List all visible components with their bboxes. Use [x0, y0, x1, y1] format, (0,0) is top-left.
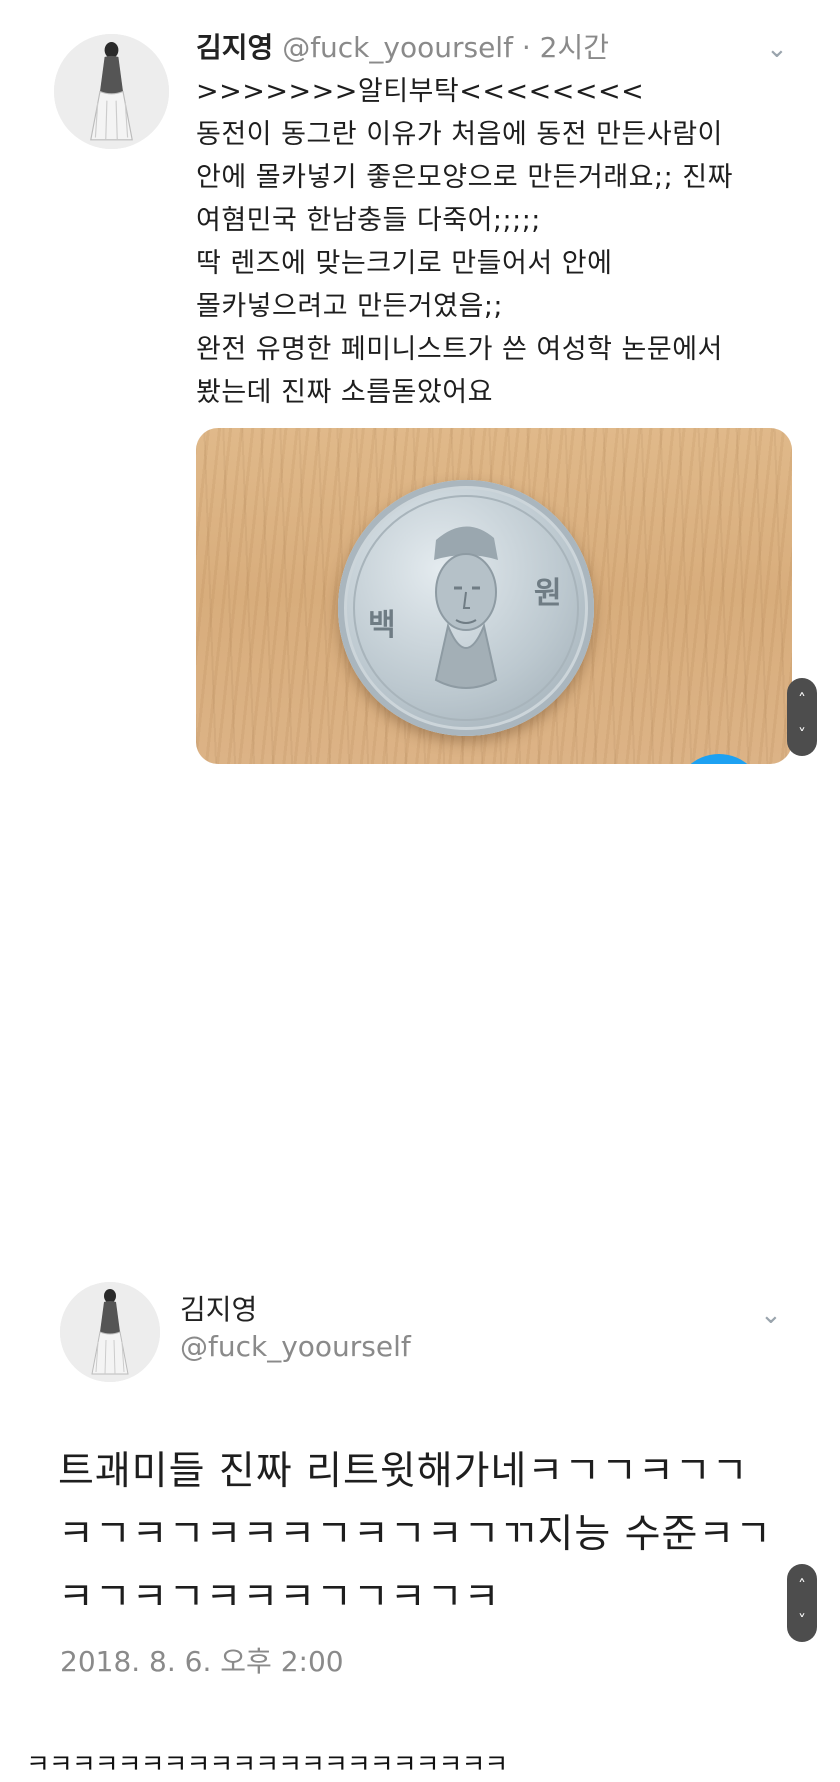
scroll-down-icon[interactable]: ˅	[798, 1612, 806, 1629]
avatar[interactable]	[54, 34, 169, 149]
user-name[interactable]: 김지영	[180, 1288, 257, 1328]
tweet-line: 트괘미들 진짜 리트윗해가네ㅋㄱㄱㅋㄱㄱ	[58, 1449, 749, 1494]
tweet-line: 완전 유명한 페미니스트가 쓴 여성학 논문에서	[196, 334, 723, 365]
user-name[interactable]: 김지영	[196, 31, 273, 64]
tweet-line: 몰카넣으려고 만든거였음;;	[196, 291, 504, 322]
coin-image: 백 원	[338, 480, 594, 736]
coin-label-left: 백	[368, 608, 396, 643]
tweet-line: 여혐민국 한남충들 다죽어;;;;;	[196, 205, 541, 236]
tweet-timestamp[interactable]: 2018. 8. 6. 오후 2:00	[60, 1640, 344, 1680]
tweet-header: 김지영 @fuck_yoourself · 2시간	[196, 26, 609, 66]
tweet-line: 봤는데 진짜 소름돋았어요	[196, 377, 493, 408]
user-handle[interactable]: @fuck_yoourself	[282, 31, 513, 64]
tweet-line: 동전이 동그란 이유가 처음에 동전 만든사람이	[196, 119, 723, 150]
tweet-line: ㅋㄱㅋㄱㅋㅋㅋㄱㄱㅋㄱㅋ	[58, 1575, 501, 1620]
separator: ·	[521, 31, 531, 64]
tweet-photo[interactable]: 백 원	[196, 428, 792, 764]
scroll-control[interactable]: ˄ ˅	[787, 678, 817, 756]
user-handle[interactable]: @fuck_yoourself	[180, 1330, 411, 1363]
tweet-time[interactable]: 2시간	[540, 31, 609, 64]
scroll-down-icon[interactable]: ˅	[798, 726, 806, 743]
avatar-figure-icon	[60, 1282, 160, 1382]
caption-text: ㅋㅋㅋㅋㅋㅋㅋㅋㅋㅋㅋㅋㅋㅋㅋㅋㅋㅋㅋㅋㅋ	[26, 1750, 508, 1780]
compose-button[interactable]	[674, 754, 764, 764]
chevron-down-icon[interactable]: ⌄	[766, 34, 788, 64]
scroll-up-icon[interactable]: ˄	[798, 691, 806, 708]
scroll-up-icon[interactable]: ˄	[798, 1577, 806, 1594]
tweet-line: >>>>>>>알티부탁<<<<<<<<	[196, 76, 645, 107]
tweet-text: >>>>>>>알티부탁<<<<<<<< 동전이 동그란 이유가 처음에 동전 만…	[196, 70, 816, 414]
scroll-control[interactable]: ˄ ˅	[787, 1564, 817, 1642]
tweet-line: 딱 렌즈에 맞는크기로 만들어서 안에	[196, 248, 613, 279]
coin-label-right: 원	[534, 576, 562, 611]
avatar-figure-icon	[54, 34, 169, 149]
tweet-text: 트괘미들 진짜 리트윗해가네ㅋㄱㄱㅋㄱㄱ ㅋㄱㅋㄱㅋㅋㅋㄱㅋㄱㅋㄱㄲ지능 수준ㅋ…	[58, 1440, 798, 1629]
tweet-line: ㅋㄱㅋㄱㅋㅋㅋㄱㅋㄱㅋㄱㄲ지능 수준ㅋㄱ	[58, 1512, 773, 1557]
tweet-line: 안에 몰카넣기 좋은모양으로 만든거래요;; 진짜	[196, 162, 733, 193]
avatar[interactable]	[60, 1282, 160, 1382]
chevron-down-icon[interactable]: ⌄	[760, 1300, 782, 1330]
